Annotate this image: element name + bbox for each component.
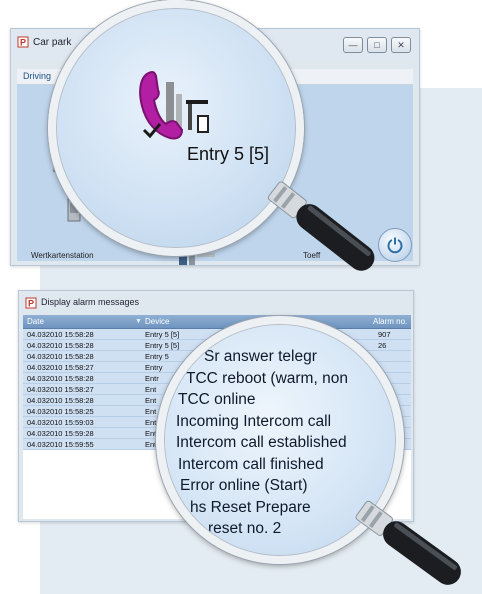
magnifier-lens-entry: Entry 5 [5]: [52, 4, 300, 252]
zoomed-message-line: Intercom call established: [176, 434, 347, 451]
alarm-table-header: Date ▼ Device Alarm no.: [23, 315, 411, 329]
parking-app-icon-small: P: [25, 297, 37, 309]
cell-date: 04.032010 15:58:28: [27, 352, 94, 361]
cell-alarm-no: 907: [378, 330, 391, 339]
zoomed-message-line: Intercom call finished: [178, 455, 324, 473]
cell-device: Ent: [145, 418, 157, 427]
minimize-icon: —: [348, 39, 358, 50]
sort-arrow-icon[interactable]: ▼: [135, 318, 142, 325]
cell-device: Entry 5 [5]: [145, 341, 180, 350]
cell-date: 04.032010 15:58:27: [27, 363, 94, 372]
zoomed-message-line: Error online (Start): [180, 477, 308, 494]
zoomed-message-line: Sr answer telegr: [204, 348, 317, 365]
cell-device: Entry 5: [145, 352, 169, 361]
minimize-button[interactable]: —: [343, 37, 363, 53]
svg-text:P: P: [28, 299, 34, 309]
column-header-alarm-no[interactable]: Alarm no.: [373, 317, 407, 326]
alarm-window-title: Display alarm messages: [41, 297, 140, 307]
zoomed-message-line: TCC online: [178, 391, 256, 408]
column-header-date[interactable]: Date: [27, 317, 44, 326]
cell-device: Ent: [145, 385, 157, 394]
cell-date: 04.032010 15:58:25: [27, 407, 94, 416]
cell-date: 04.032010 15:59:55: [27, 440, 94, 449]
cell-date: 04.032010 15:59:28: [27, 429, 94, 438]
entry-device-label: Entry 5 [5]: [186, 144, 270, 164]
zoomed-message-line: TCC reboot (warm, non: [186, 369, 348, 387]
intercom-phone-icon[interactable]: [130, 60, 240, 150]
cell-device: Ent: [145, 407, 157, 416]
cell-date: 04.032010 15:59:03: [27, 418, 94, 427]
column-header-device[interactable]: Device: [145, 317, 169, 326]
cell-date: 04.032010 15:58:28: [27, 396, 94, 405]
car-park-title: Car park: [33, 37, 72, 48]
zoomed-message-line: hs Reset Prepare: [190, 498, 311, 516]
cell-device: Entry 5 [5]: [145, 330, 180, 339]
svg-text:P: P: [20, 38, 26, 48]
close-icon: ✕: [397, 39, 405, 50]
cell-device: Entry: [145, 363, 163, 372]
cell-date: 04.032010 15:58:28: [27, 374, 94, 383]
window-controls: — □ ✕: [343, 37, 411, 53]
power-button[interactable]: [378, 228, 412, 262]
maximize-button[interactable]: □: [367, 37, 387, 53]
maximize-icon: □: [374, 39, 380, 50]
cell-date: 04.032010 15:58:28: [27, 330, 94, 339]
device-label-toeff: Toeff: [303, 251, 321, 260]
menu-driving[interactable]: Driving: [23, 71, 51, 81]
close-button[interactable]: ✕: [391, 37, 411, 53]
cell-date: 04.032010 15:58:27: [27, 385, 94, 394]
device-label-wertkartenstation: Wertkartenstation: [31, 251, 94, 260]
cell-alarm-no: 26: [378, 341, 387, 350]
zoomed-message-line: Incoming Intercom call: [176, 412, 332, 430]
cell-device: Entr: [145, 374, 159, 383]
zoomed-message-line: reset no. 2: [208, 520, 282, 537]
power-icon: [387, 237, 403, 254]
cell-date: 04.032010 15:58:28: [27, 341, 94, 350]
cell-device: Ent: [145, 396, 157, 405]
parking-app-icon: P: [17, 36, 29, 48]
